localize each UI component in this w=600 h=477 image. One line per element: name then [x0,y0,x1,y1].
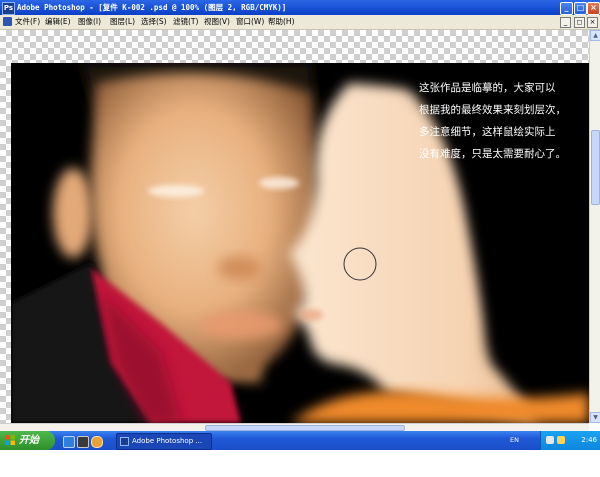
internet-explorer-icon[interactable] [63,436,75,448]
menu-image[interactable]: 图像(I) [78,15,101,29]
annotation-line-2: 根据我的最终效果来刻划层次， [419,104,566,116]
menu-select[interactable]: 选择(S) [141,15,167,29]
language-indicator[interactable]: EN [510,436,519,445]
doc-restore-button[interactable]: ◻ [574,17,585,28]
annotation-text: 这张作品是临摹的，大家可以 根据我的最终效果来刻划层次， 多注意细节，这样鼠绘实… [419,77,566,165]
document-icon[interactable] [3,17,12,26]
minimize-button[interactable]: _ [560,2,573,15]
taskbar: 开始 Adobe Photoshop ... EN 2:46 [0,431,600,450]
vertical-scrollbar[interactable]: ▲ ▼ [589,30,600,423]
menu-file[interactable]: 文件(F) [15,15,40,29]
start-button[interactable]: 开始 [0,431,55,450]
system-tray: 2:46 [540,431,600,450]
quick-launch-icon[interactable] [91,436,103,448]
network-icon[interactable] [546,436,554,444]
start-label: 开始 [19,435,39,446]
annotation-line-4: 没有难度，只是太需要耐心了。 [419,148,566,160]
title-bar: Ps Adobe Photoshop - [复件 K-002 .psd @ 10… [0,0,600,15]
taskbar-photoshop-button[interactable]: Adobe Photoshop ... [116,433,212,450]
menu-filter[interactable]: 滤镜(T) [173,15,198,29]
taskbar-photoshop-label: Adobe Photoshop ... [132,437,203,445]
menu-window[interactable]: 窗口(W) [236,15,264,29]
menu-help[interactable]: 帮助(H) [268,15,295,29]
doc-close-button[interactable]: × [587,17,598,28]
menu-view[interactable]: 视图(V) [204,15,230,29]
scroll-down-arrow-icon[interactable]: ▼ [590,412,600,423]
maximize-button[interactable]: □ [574,2,587,15]
scroll-up-arrow-icon[interactable]: ▲ [590,30,600,41]
volume-icon[interactable] [557,436,565,444]
menu-layer[interactable]: 图层(L) [110,15,135,29]
annotation-line-1: 这张作品是临摹的，大家可以 [419,82,556,94]
doc-minimize-button[interactable]: _ [560,17,571,28]
close-button[interactable]: × [587,2,600,15]
menu-bar: 文件(F) 编辑(E) 图像(I) 图层(L) 选择(S) 滤镜(T) 视图(V… [0,15,600,30]
window-title: Adobe Photoshop - [复件 K-002 .psd @ 100% … [17,3,287,12]
photoshop-task-icon [120,437,129,446]
media-player-icon[interactable] [77,436,89,448]
vertical-scroll-thumb[interactable] [591,130,600,205]
annotation-line-3: 多注意细节，这样鼠绘实际上 [419,126,556,138]
clock: 2:46 [581,436,597,444]
menu-edit[interactable]: 编辑(E) [45,15,71,29]
photoshop-app-icon[interactable]: Ps [2,2,15,15]
artwork-canvas[interactable]: 这张作品是临摹的，大家可以 根据我的最终效果来刻划层次， 多注意细节，这样鼠绘实… [11,63,589,423]
windows-flag-icon [5,435,15,445]
